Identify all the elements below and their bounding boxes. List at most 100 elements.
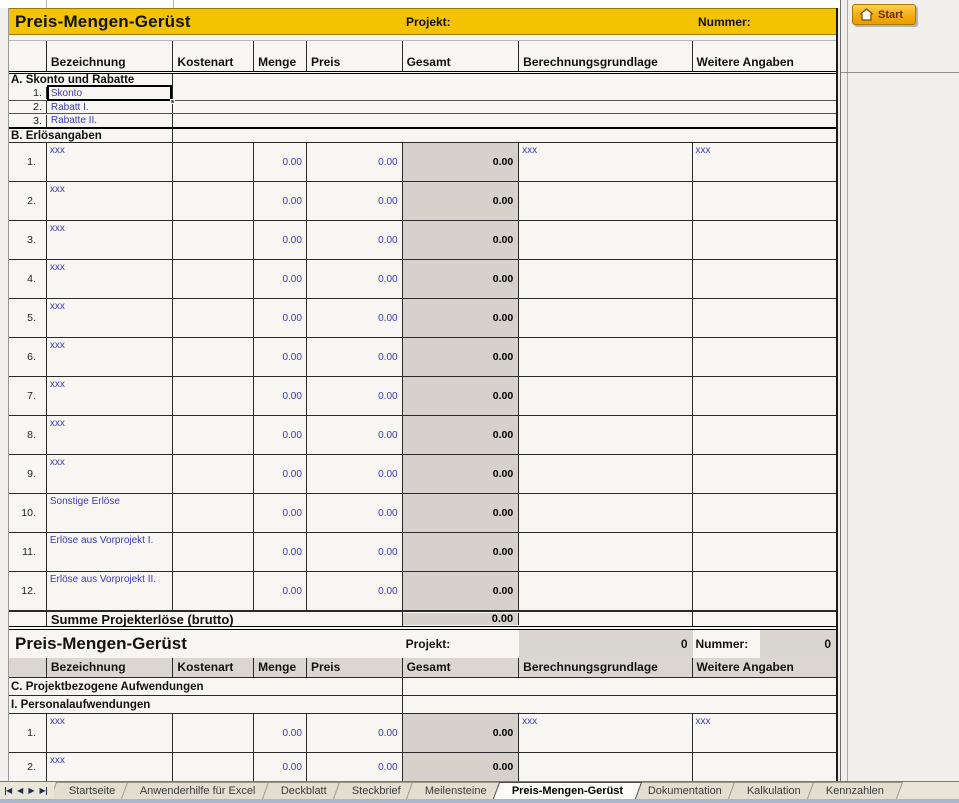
preis-cell[interactable]: 0.00 [307, 221, 403, 259]
kostenart-cell[interactable] [173, 714, 255, 752]
kostenart-cell[interactable] [173, 455, 255, 493]
gesamt-cell[interactable]: 0.00 [402, 143, 520, 181]
sheet-tab-kennzahlen[interactable]: Kennzahlen [807, 782, 904, 799]
row-number-cell[interactable]: 2. [9, 101, 47, 113]
menge-cell[interactable]: 0.00 [254, 753, 307, 781]
kostenart-cell[interactable] [173, 533, 255, 571]
col-header-berechnungsgrundlage[interactable]: Berechnungsgrundlage [519, 41, 693, 71]
preis-cell[interactable]: 0.00 [307, 260, 403, 298]
preis-cell[interactable]: 0.00 [307, 533, 403, 571]
horizontal-scrollbar-strip[interactable] [0, 799, 959, 803]
preis-cell[interactable]: 0.00 [307, 182, 403, 220]
bezeichnung-cell[interactable]: Erlöse aus Vorprojekt I. [47, 533, 174, 571]
row-number-cell[interactable]: 2. [9, 753, 47, 781]
menge-cell[interactable]: 0.00 [254, 416, 307, 454]
kostenart-cell[interactable] [173, 572, 255, 610]
first-sheet-button[interactable]: ◀ [3, 785, 14, 796]
col-header-weitere-angaben[interactable]: Weitere Angaben [693, 658, 836, 677]
col-header-berechnungsgrundlage[interactable]: Berechnungsgrundlage [519, 658, 693, 677]
kostenart-cell[interactable] [173, 753, 255, 781]
gesamt-cell[interactable]: 0.00 [402, 299, 520, 337]
row-number-cell[interactable]: 10. [9, 494, 47, 532]
berechnungsgrundlage-cell[interactable] [519, 572, 693, 610]
preis-cell[interactable]: 0.00 [307, 714, 403, 752]
col-header-bezeichnung[interactable]: Bezeichnung [47, 658, 174, 677]
weitere-angaben-cell[interactable] [693, 260, 836, 298]
row-number-cell[interactable]: 1. [9, 87, 47, 99]
berechnungsgrundlage-cell[interactable] [519, 182, 693, 220]
menge-cell[interactable]: 0.00 [254, 338, 307, 376]
sheet-tab-meilensteine[interactable]: Meilensteine [406, 782, 507, 799]
row-number-cell[interactable]: 8. [9, 416, 47, 454]
berechnungsgrundlage-cell[interactable] [519, 533, 693, 571]
berechnungsgrundlage-cell[interactable]: xxx [519, 714, 693, 752]
bezeichnung-cell[interactable]: xxx [47, 221, 174, 259]
kostenart-cell[interactable] [173, 143, 255, 181]
col-header-rownum[interactable] [9, 658, 47, 677]
weitere-angaben-cell[interactable] [693, 338, 836, 376]
gesamt-cell[interactable]: 0.00 [402, 714, 520, 752]
bezeichnung-cell[interactable]: Skonto [46, 85, 176, 104]
nummer-value-cell-2[interactable]: 0 [760, 630, 837, 658]
row-number-cell[interactable]: 12. [9, 572, 47, 610]
bezeichnung-cell[interactable]: xxx [47, 182, 174, 220]
bezeichnung-cell[interactable]: xxx [47, 260, 174, 298]
gesamt-cell[interactable]: 0.00 [402, 494, 520, 532]
weitere-angaben-cell[interactable] [693, 377, 836, 415]
col-header-menge[interactable]: Menge [254, 41, 307, 71]
kostenart-cell[interactable] [173, 377, 255, 415]
kostenart-cell[interactable] [173, 338, 255, 376]
berechnungsgrundlage-cell[interactable] [519, 416, 693, 454]
row-number-cell[interactable] [9, 612, 47, 626]
kostenart-cell[interactable] [173, 299, 255, 337]
summe-label[interactable]: Summe Projekterlöse (brutto) [47, 612, 403, 627]
weitere-angaben-cell[interactable] [693, 494, 836, 532]
row-number-cell[interactable]: 3. [9, 114, 47, 127]
gesamt-cell[interactable]: 0.00 [402, 572, 520, 610]
next-sheet-button[interactable]: ▶ [26, 785, 36, 796]
menge-cell[interactable]: 0.00 [254, 494, 307, 532]
weitere-angaben-cell[interactable] [693, 299, 836, 337]
gesamt-cell[interactable]: 0.00 [402, 260, 520, 298]
menge-cell[interactable]: 0.00 [254, 182, 307, 220]
fill-handle[interactable] [170, 99, 176, 104]
berechnungsgrundlage-cell[interactable] [519, 753, 693, 781]
weitere-angaben-cell[interactable] [693, 182, 836, 220]
preis-cell[interactable]: 0.00 [307, 455, 403, 493]
menge-cell[interactable]: 0.00 [254, 455, 307, 493]
menge-cell[interactable]: 0.00 [254, 533, 307, 571]
bezeichnung-cell[interactable]: xxx [47, 753, 174, 781]
weitere-angaben-cell[interactable]: xxx [693, 143, 836, 181]
summe-gesamt-cell[interactable]: 0.00 [402, 613, 520, 625]
gesamt-cell[interactable]: 0.00 [402, 455, 520, 493]
col-header-weitere-angaben[interactable]: Weitere Angaben [693, 41, 836, 71]
row-number-cell[interactable]: 7. [9, 377, 47, 415]
bezeichnung-cell[interactable]: xxx [47, 714, 174, 752]
row-number-cell[interactable]: 9. [9, 455, 47, 493]
weitere-angaben-cell[interactable] [693, 753, 836, 781]
kostenart-cell[interactable] [173, 416, 255, 454]
gesamt-cell[interactable]: 0.00 [402, 182, 520, 220]
col-header-gesamt[interactable]: Gesamt [403, 658, 520, 677]
previous-sheet-button[interactable]: ◀ [15, 785, 25, 796]
gesamt-cell[interactable]: 0.00 [402, 377, 520, 415]
col-header-rownum[interactable] [9, 41, 47, 71]
bezeichnung-cell[interactable]: Erlöse aus Vorprojekt II. [47, 572, 174, 610]
preis-cell[interactable]: 0.00 [307, 338, 403, 376]
last-sheet-button[interactable]: ▶ [37, 785, 48, 796]
berechnungsgrundlage-cell[interactable] [519, 455, 693, 493]
kostenart-cell[interactable] [173, 260, 255, 298]
section-b-header[interactable]: B. Erlösangaben [9, 127, 836, 143]
row-number-cell[interactable]: 3. [9, 221, 47, 259]
col-header-kostenart[interactable]: Kostenart [173, 41, 255, 71]
col-header-preis[interactable]: Preis [307, 658, 403, 677]
col-header-menge[interactable]: Menge [254, 658, 307, 677]
berechnungsgrundlage-cell[interactable] [519, 338, 693, 376]
bezeichnung-cell[interactable]: xxx [47, 377, 174, 415]
row-number-cell[interactable]: 4. [9, 260, 47, 298]
bezeichnung-cell[interactable]: xxx [47, 299, 174, 337]
weitere-angaben-cell[interactable] [693, 416, 836, 454]
start-button[interactable]: Start [852, 4, 916, 25]
weitere-angaben-cell[interactable] [693, 572, 836, 610]
berechnungsgrundlage-cell[interactable] [519, 221, 693, 259]
